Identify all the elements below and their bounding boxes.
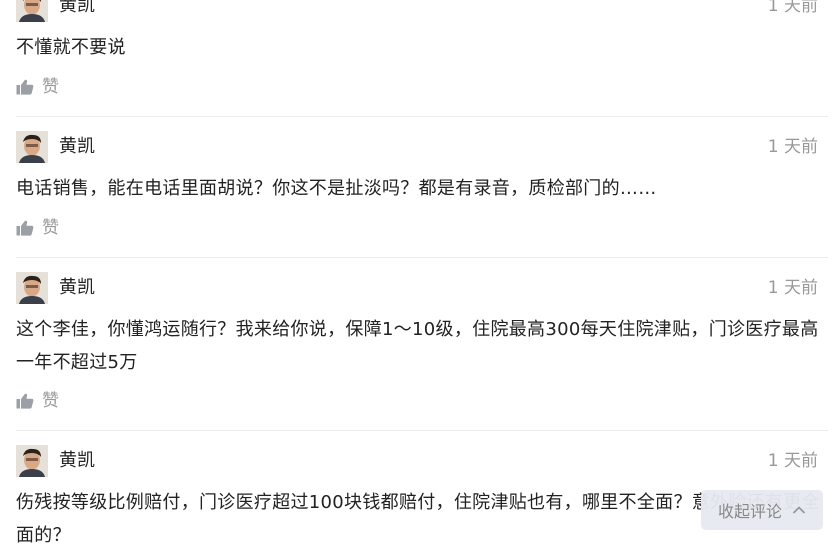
comment-time: 1 天前 [767, 278, 818, 298]
thumbs-up-icon [16, 393, 34, 409]
like-button[interactable]: 赞 [16, 217, 59, 239]
comment-author[interactable]: 黄凯 [59, 272, 95, 304]
comment-text: 这个李佳，你懂鸿运随行？我来给你说，保障1～10级，住院最高300每天住院津贴，… [16, 319, 819, 373]
divider [16, 116, 828, 117]
avatar-image [16, 0, 48, 22]
thumbs-up-icon [16, 220, 34, 236]
thumbs-up-icon [16, 79, 34, 95]
comment-time: 1 天前 [767, 451, 818, 471]
like-button[interactable]: 赞 [16, 76, 59, 98]
user-avatar[interactable] [16, 131, 48, 163]
avatar-image [16, 131, 48, 163]
like-button[interactable]: 赞 [16, 390, 59, 412]
like-label: 赞 [42, 218, 59, 238]
comment-text: 不懂就不要说 [16, 37, 126, 58]
collapse-comments-label: 收起评论 [717, 502, 782, 521]
chevron-up-icon [792, 505, 806, 515]
user-avatar[interactable] [16, 0, 48, 22]
divider [16, 257, 828, 258]
comment-time: 1 天前 [767, 137, 818, 157]
comment-author[interactable]: 黄凯 [59, 0, 95, 22]
comment-author[interactable]: 黄凯 [59, 445, 95, 477]
user-avatar[interactable] [16, 445, 48, 477]
avatar-image [16, 445, 48, 477]
like-label: 赞 [42, 77, 59, 97]
divider [16, 430, 828, 431]
collapse-comments-button[interactable]: 收起评论 [701, 490, 823, 530]
avatar-image [16, 272, 48, 304]
comment-text: 电话销售，能在电话里面胡说？你这不是扯淡吗？都是有录音，质检部门的…… [16, 178, 657, 199]
user-avatar[interactable] [16, 272, 48, 304]
like-label: 赞 [42, 391, 59, 411]
comment-time: 1 天前 [767, 0, 818, 16]
comment-author[interactable]: 黄凯 [59, 131, 95, 163]
